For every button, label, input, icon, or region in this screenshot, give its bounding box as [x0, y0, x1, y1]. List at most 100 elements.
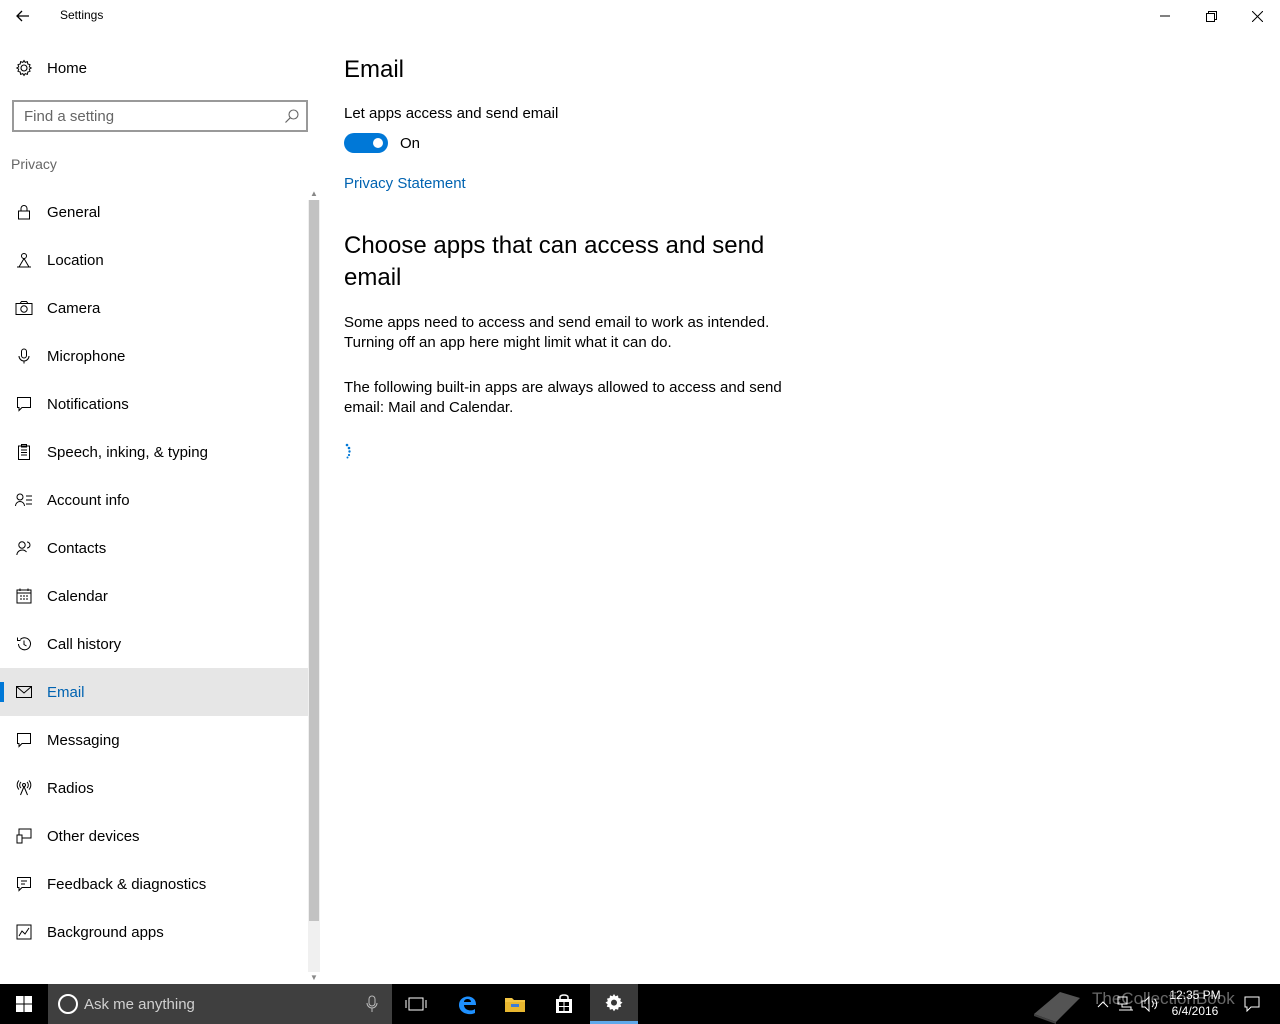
sidebar-item-calendar[interactable]: Calendar [0, 572, 308, 620]
section-heading: Choose apps that can access and send ema… [344, 232, 765, 291]
email-access-toggle[interactable] [344, 133, 388, 153]
toggle-knob [373, 138, 383, 148]
microphone-icon[interactable] [366, 995, 378, 1013]
sidebar-scrollbar[interactable]: ▲ ▼ [308, 188, 320, 984]
close-button[interactable] [1234, 0, 1280, 32]
sidebar-item-location[interactable]: Location [0, 236, 308, 284]
window-title: Settings [60, 8, 104, 22]
message-icon [0, 732, 47, 748]
sidebar-item-label: Speech, inking, & typing [47, 443, 208, 461]
file-explorer-button[interactable] [491, 984, 539, 1024]
system-clock[interactable]: 12:35 PM 6/4/2016 [1156, 987, 1234, 1019]
folder-icon [505, 998, 525, 1012]
network-icon [1117, 996, 1133, 1011]
gear-icon [605, 993, 623, 1011]
sidebar-item-microphone[interactable]: Microphone [0, 332, 308, 380]
scroll-thumb[interactable] [309, 200, 319, 921]
section-label-privacy: Privacy [11, 156, 57, 172]
mail-icon [0, 685, 47, 699]
sidebar-item-label: Contacts [47, 539, 107, 557]
loading-spinner-icon [345, 443, 351, 459]
sidebar-item-label: Background apps [47, 923, 164, 941]
sidebar-item-background-apps[interactable]: Background apps [0, 908, 308, 956]
home-nav-item[interactable]: Home [0, 52, 308, 84]
sidebar-item-label: General [47, 203, 101, 221]
scroll-down-arrow-icon[interactable]: ▼ [310, 974, 318, 982]
restore-button[interactable] [1188, 0, 1234, 32]
cortana-icon [58, 994, 78, 1014]
sidebar-item-general[interactable]: General [0, 188, 308, 236]
location-icon [0, 252, 47, 268]
sidebar-item-speech[interactable]: Speech, inking, & typing [0, 428, 308, 476]
privacy-nav-list: General Location Camera Microphone Notif… [0, 188, 308, 956]
sidebar-item-label: Notifications [47, 395, 129, 413]
sidebar-item-label: Other devices [47, 827, 140, 845]
privacy-statement-link[interactable]: Privacy Statement [344, 175, 466, 192]
description-text: Some apps need to access and send email … [344, 314, 770, 351]
sidebar-item-label: Account info [47, 491, 130, 509]
notifications-icon [0, 396, 47, 412]
microphone-icon [0, 348, 47, 364]
sidebar-item-label: Email [47, 683, 85, 701]
sidebar-item-contacts[interactable]: Contacts [0, 524, 308, 572]
network-button[interactable] [1114, 984, 1138, 1024]
sidebar-item-email[interactable]: Email [0, 668, 308, 716]
sidebar-item-label: Location [47, 251, 104, 269]
sidebar-item-label: Feedback & diagnostics [47, 875, 207, 893]
title-bar: Settings [0, 0, 1280, 32]
action-center-button[interactable] [1238, 984, 1266, 1024]
clock-date: 6/4/2016 [1171, 1004, 1219, 1018]
minimize-button[interactable] [1142, 0, 1188, 32]
chevron-up-icon [1097, 1001, 1109, 1008]
speech-icon [0, 444, 47, 460]
toggle-label: Let apps access and send email [344, 105, 559, 122]
camera-icon [0, 300, 47, 316]
store-icon [556, 994, 572, 1013]
cortana-placeholder: Ask me anything [84, 996, 195, 1013]
sidebar-item-account-info[interactable]: Account info [0, 476, 308, 524]
sidebar-item-other-devices[interactable]: Other devices [0, 812, 308, 860]
edge-icon [459, 996, 476, 1015]
sidebar-item-label: Radios [47, 779, 94, 797]
action-center-icon [1244, 996, 1260, 1012]
page-title: Email [344, 56, 405, 83]
sidebar-item-label: Microphone [47, 347, 126, 365]
search-icon[interactable] [284, 108, 300, 124]
store-button[interactable] [540, 984, 588, 1024]
sidebar-item-radios[interactable]: Radios [0, 764, 308, 812]
show-hidden-icons-button[interactable] [1092, 984, 1114, 1024]
close-icon [1251, 10, 1263, 22]
radio-icon [0, 780, 47, 796]
gear-icon [0, 59, 47, 77]
devices-icon [0, 828, 47, 844]
home-label: Home [47, 59, 88, 77]
sidebar-item-label: Calendar [47, 587, 108, 605]
contacts-icon [0, 540, 47, 556]
minimize-icon [1160, 15, 1170, 17]
search-input[interactable] [14, 102, 274, 130]
toggle-state-text: On [400, 135, 421, 152]
sidebar-item-camera[interactable]: Camera [0, 284, 308, 332]
feedback-icon [0, 876, 47, 892]
settings-taskbar-button[interactable] [590, 984, 638, 1024]
sidebar-item-feedback[interactable]: Feedback & diagnostics [0, 860, 308, 908]
account-icon [0, 492, 47, 508]
edge-button[interactable] [443, 984, 491, 1024]
task-view-button[interactable] [392, 984, 440, 1024]
sidebar-item-notifications[interactable]: Notifications [0, 380, 308, 428]
restore-icon [1205, 10, 1217, 22]
taskbar: Ask me anything TheCollectionBook 12:35 … [0, 984, 1280, 1024]
start-button[interactable] [0, 984, 48, 1024]
clock-time: 12:35 PM [1169, 988, 1221, 1002]
windows-logo-icon [16, 996, 32, 1012]
book-logo-icon [1034, 992, 1080, 1024]
settings-search-box[interactable] [12, 100, 308, 132]
background-apps-icon [0, 924, 47, 940]
scroll-up-arrow-icon[interactable]: ▲ [310, 190, 318, 198]
back-button[interactable] [0, 0, 46, 32]
task-view-icon [405, 997, 427, 1011]
history-icon [0, 636, 47, 652]
cortana-search-box[interactable]: Ask me anything [48, 984, 392, 1024]
sidebar-item-messaging[interactable]: Messaging [0, 716, 308, 764]
sidebar-item-call-history[interactable]: Call history [0, 620, 308, 668]
